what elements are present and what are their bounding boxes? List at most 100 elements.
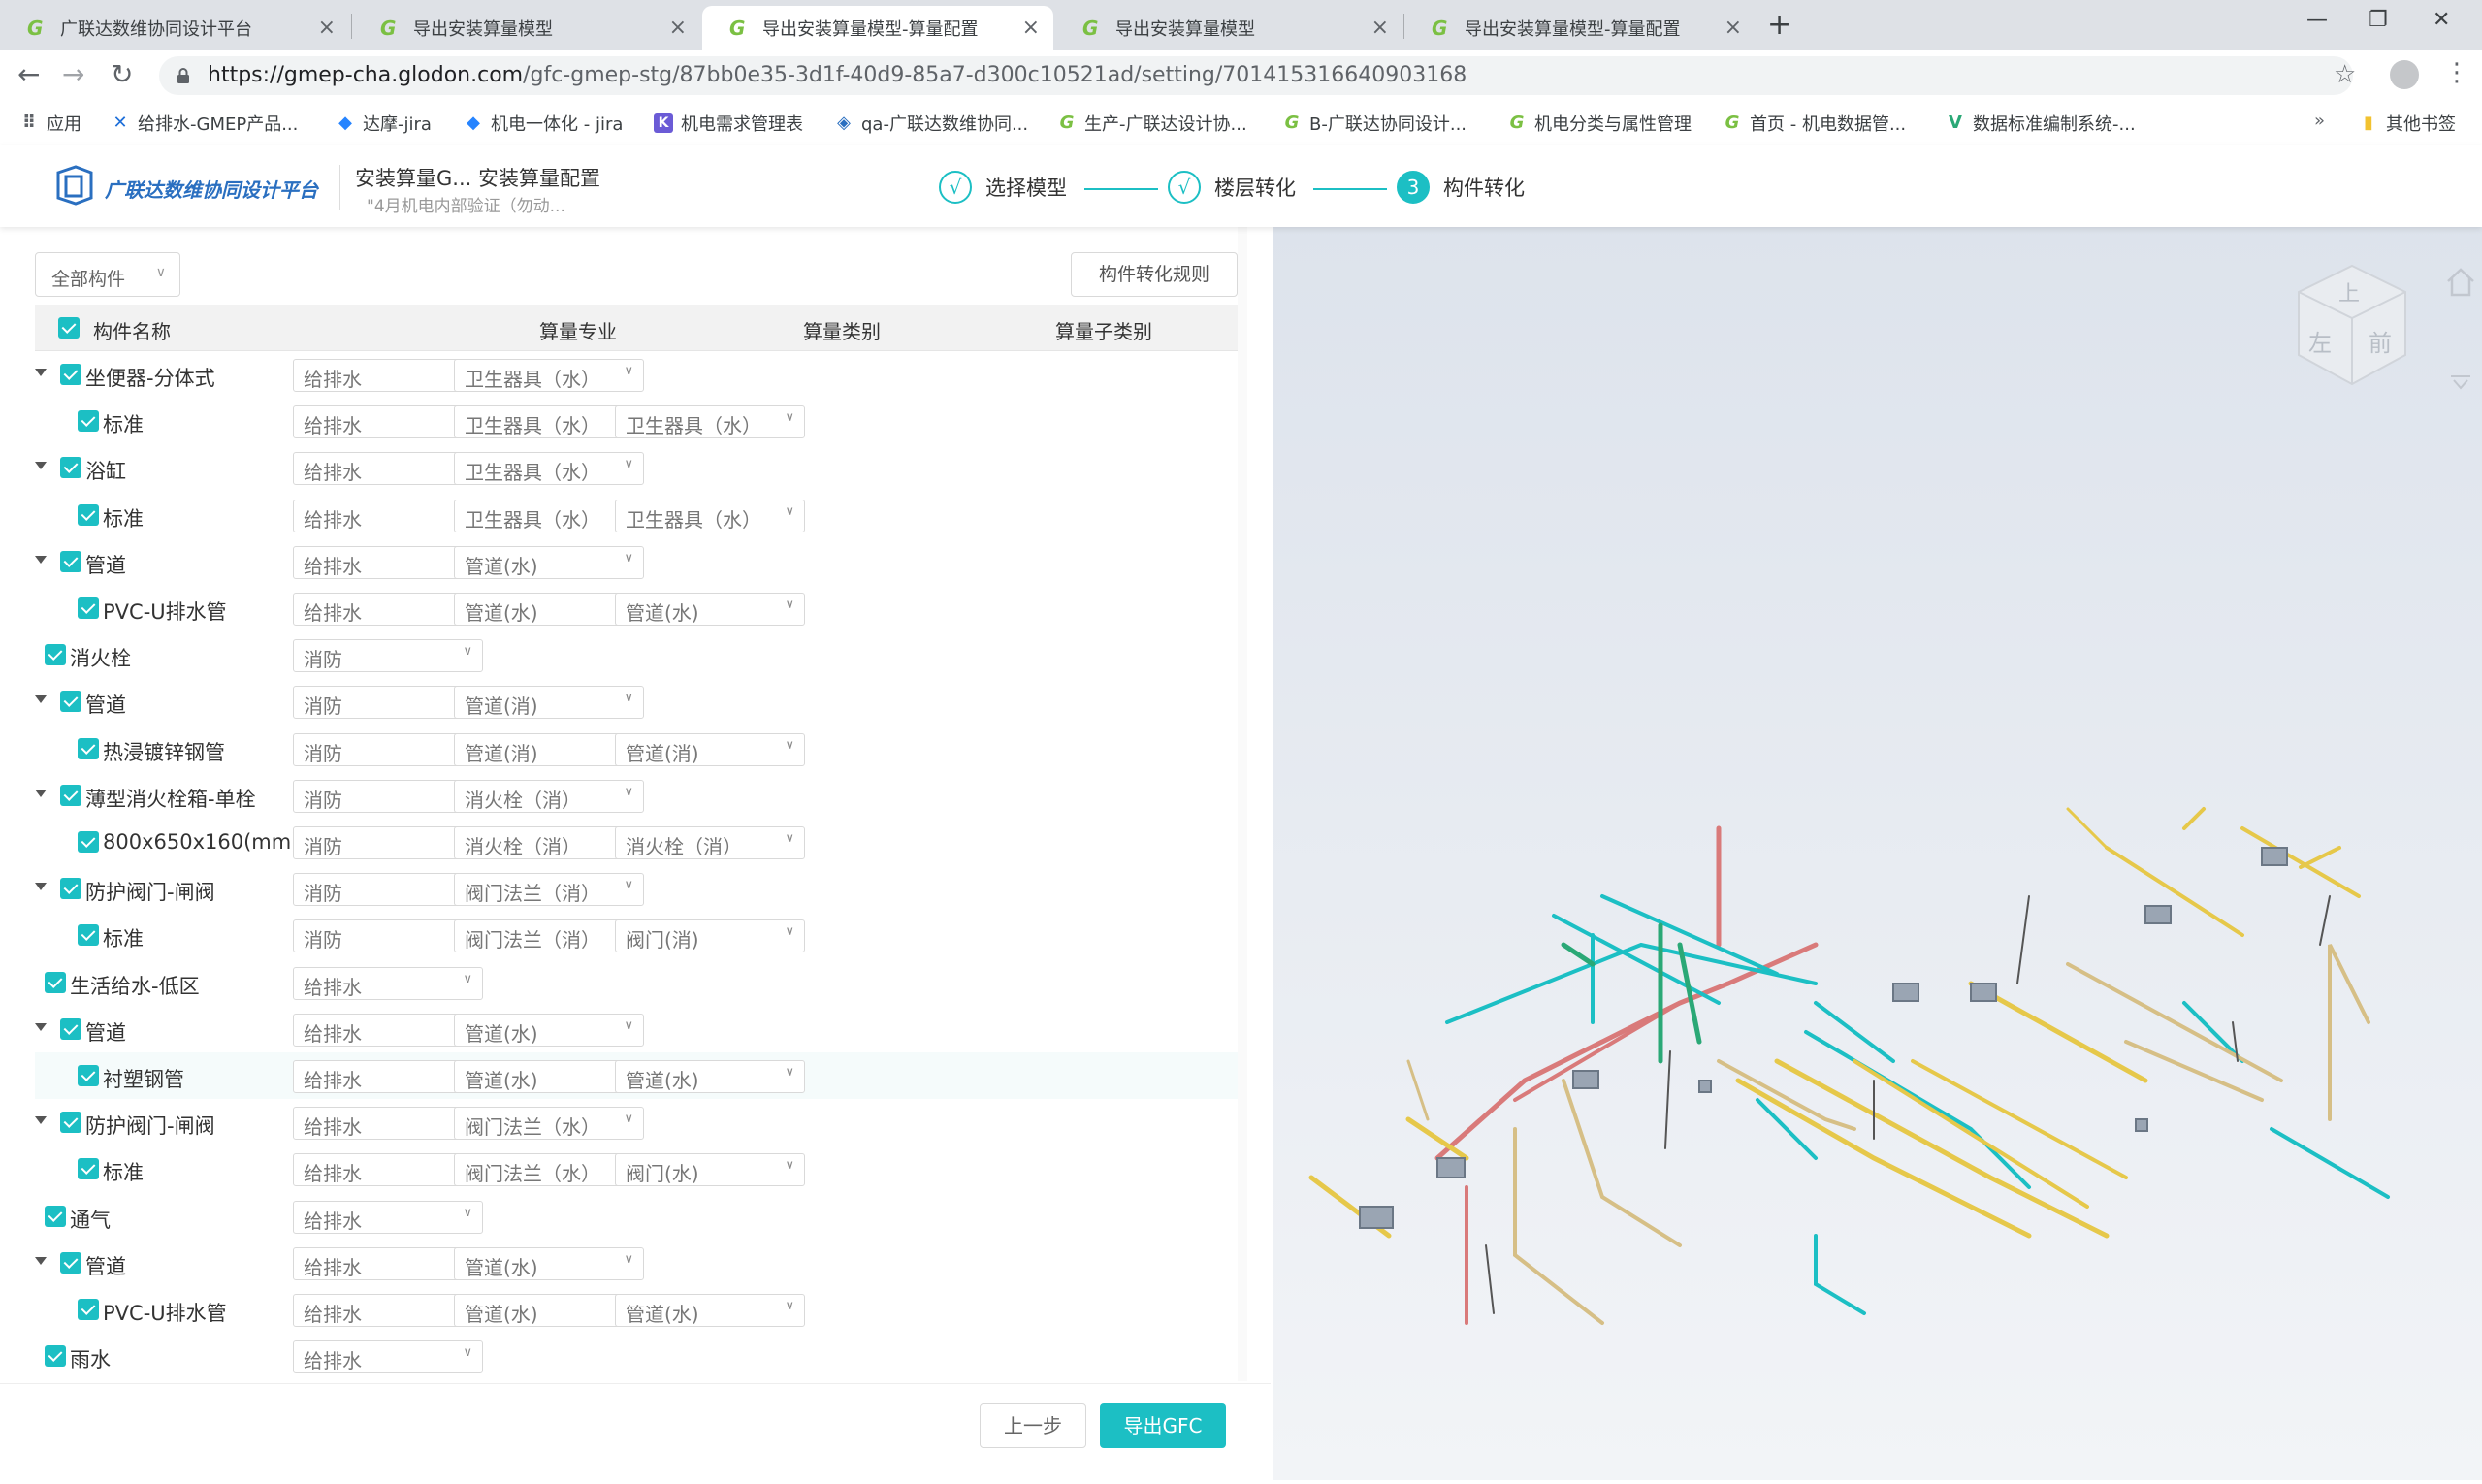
expand-caret-icon[interactable] bbox=[35, 1116, 47, 1125]
subcategory-select[interactable]: 管道(水) ∨ bbox=[615, 593, 805, 626]
bookmark-star-icon[interactable]: ☆ bbox=[2334, 60, 2356, 89]
subcategory-select[interactable]: 消火栓（消） ∨ bbox=[615, 826, 805, 859]
row-checkbox[interactable] bbox=[60, 1251, 81, 1274]
viewcube-left-face[interactable]: 左 bbox=[2308, 330, 2332, 357]
viewcube-menu-icon[interactable] bbox=[2448, 372, 2473, 392]
row-checkbox[interactable] bbox=[60, 878, 81, 900]
row-checkbox[interactable] bbox=[78, 924, 99, 947]
scrollbar[interactable] bbox=[1238, 227, 1247, 1381]
expand-caret-icon[interactable] bbox=[35, 789, 47, 797]
browser-tab[interactable]: G 导出安装算量模型 × bbox=[353, 6, 700, 50]
window-close-icon[interactable]: ✕ bbox=[2433, 8, 2450, 32]
row-checkbox[interactable] bbox=[78, 1299, 99, 1320]
bookmark-item[interactable]: G 生产-广联达设计协... bbox=[1057, 111, 1247, 136]
browser-tab[interactable]: G 导出安装算量模型-算量配置 × bbox=[1404, 6, 1756, 50]
home-icon[interactable] bbox=[2444, 266, 2477, 299]
close-icon[interactable]: × bbox=[1371, 16, 1389, 40]
row-checkbox[interactable] bbox=[45, 644, 66, 666]
profile-avatar[interactable] bbox=[2390, 60, 2419, 89]
subcategory-select[interactable]: 阀门(水) ∨ bbox=[615, 1153, 805, 1187]
viewcube-top-face[interactable]: 上 bbox=[2338, 282, 2360, 306]
row-checkbox[interactable] bbox=[78, 597, 99, 619]
bookmarks-more-button[interactable]: » bbox=[2314, 111, 2325, 131]
expand-caret-icon[interactable] bbox=[35, 695, 47, 704]
component-filter-select[interactable]: 全部构件 ∨ bbox=[35, 252, 180, 297]
close-icon[interactable]: × bbox=[669, 16, 687, 40]
view-cube[interactable]: 上 左 前 bbox=[2279, 258, 2425, 403]
close-icon[interactable]: × bbox=[318, 16, 336, 40]
close-icon[interactable]: × bbox=[1725, 16, 1742, 40]
bookmark-item[interactable]: ◈ qa-广联达数维协同... bbox=[834, 111, 1028, 136]
bookmark-item[interactable]: G 首页 - 机电数据管... bbox=[1723, 111, 1907, 136]
browser-tab[interactable]: G 广联达数维协同设计平台 × bbox=[0, 6, 349, 50]
model-3d-viewer[interactable]: 上 左 前 bbox=[1273, 227, 2482, 1480]
category-select[interactable]: 阀门法兰（消） ∨ bbox=[454, 873, 644, 907]
restore-icon[interactable]: ❐ bbox=[2369, 8, 2388, 32]
category-select[interactable]: 管道(水) ∨ bbox=[454, 1013, 644, 1047]
row-checkbox[interactable] bbox=[60, 364, 81, 385]
category-select[interactable]: 阀门法兰（水） ∨ bbox=[454, 1107, 644, 1141]
row-checkbox[interactable] bbox=[78, 503, 99, 526]
subcategory-select[interactable]: 卫生器具（水） ∨ bbox=[615, 405, 805, 439]
address-bar[interactable]: https://gmep-cha.glodon.com/gfc-gmep-stg… bbox=[159, 56, 2353, 95]
row-checkbox[interactable] bbox=[45, 1205, 66, 1227]
category-select[interactable]: 卫生器具（水） ∨ bbox=[454, 452, 644, 486]
major-select[interactable]: 给排水 ∨ bbox=[293, 1340, 483, 1374]
category-select[interactable]: 管道(水) ∨ bbox=[454, 1246, 644, 1280]
expand-caret-icon[interactable] bbox=[35, 1022, 47, 1031]
subcategory-select[interactable]: 管道(消) ∨ bbox=[615, 732, 805, 766]
bookmark-item[interactable]: ◆ 机电一体化 - jira bbox=[464, 111, 623, 136]
reload-icon[interactable]: ↻ bbox=[111, 58, 133, 90]
row-checkbox[interactable] bbox=[60, 550, 81, 572]
browser-tab[interactable]: G 导出安装算量模型 × bbox=[1055, 6, 1402, 50]
bookmark-item[interactable]: ◆ 达摩-jira bbox=[336, 111, 432, 136]
row-checkbox[interactable] bbox=[60, 457, 81, 479]
subcategory-select[interactable]: 阀门(消) ∨ bbox=[615, 919, 805, 953]
major-select[interactable]: 给排水 ∨ bbox=[293, 966, 483, 1000]
category-select[interactable]: 消火栓（消） ∨ bbox=[454, 779, 644, 813]
row-checkbox[interactable] bbox=[78, 737, 99, 759]
subcategory-select[interactable]: 管道(水) ∨ bbox=[615, 1060, 805, 1093]
back-icon[interactable]: ← bbox=[17, 58, 40, 90]
expand-caret-icon[interactable] bbox=[35, 462, 47, 470]
row-checkbox[interactable] bbox=[78, 1065, 99, 1086]
major-select[interactable]: 消防 ∨ bbox=[293, 639, 483, 673]
row-checkbox[interactable] bbox=[60, 691, 81, 713]
bookmark-item[interactable]: G 机电分类与属性管理 bbox=[1507, 111, 1692, 136]
expand-caret-icon[interactable] bbox=[35, 1256, 47, 1265]
forward-icon[interactable]: → bbox=[62, 58, 84, 90]
previous-step-button[interactable]: 上一步 bbox=[980, 1403, 1086, 1448]
bookmark-item[interactable]: ✕ 给排水-GMEP产品... bbox=[111, 111, 298, 136]
category-select[interactable]: 管道(消) ∨ bbox=[454, 686, 644, 720]
select-all-checkbox[interactable] bbox=[58, 317, 80, 339]
row-checkbox[interactable] bbox=[60, 784, 81, 806]
major-select[interactable]: 给排水 ∨ bbox=[293, 1200, 483, 1234]
bookmark-item[interactable]: G B-广联达协同设计... bbox=[1282, 111, 1467, 136]
row-checkbox[interactable] bbox=[78, 831, 99, 853]
export-gfc-button[interactable]: 导出GFC bbox=[1100, 1403, 1226, 1448]
subcategory-select[interactable]: 管道(水) ∨ bbox=[615, 1294, 805, 1327]
minimize-icon[interactable]: — bbox=[2306, 8, 2328, 32]
row-checkbox[interactable] bbox=[45, 1345, 66, 1368]
row-checkbox[interactable] bbox=[60, 1112, 81, 1134]
browser-tab-active[interactable]: G 导出安装算量模型-算量配置 × bbox=[702, 6, 1053, 50]
category-select[interactable]: 管道(水) ∨ bbox=[454, 545, 644, 579]
menu-kebab-icon[interactable]: ⋮ bbox=[2444, 58, 2469, 87]
row-checkbox[interactable] bbox=[78, 1158, 99, 1180]
other-bookmarks[interactable]: ▮ 其他书签 bbox=[2359, 111, 2456, 136]
bookmark-apps[interactable]: ⠿ 应用 bbox=[19, 111, 81, 136]
viewcube-front-face[interactable]: 前 bbox=[2369, 330, 2392, 357]
close-icon[interactable]: × bbox=[1022, 16, 1040, 40]
category-select[interactable]: 卫生器具（水） ∨ bbox=[454, 359, 644, 392]
expand-caret-icon[interactable] bbox=[35, 883, 47, 891]
row-checkbox[interactable] bbox=[45, 971, 66, 993]
new-tab-button[interactable]: + bbox=[1767, 8, 1791, 42]
expand-caret-icon[interactable] bbox=[35, 369, 47, 376]
bookmark-item[interactable]: V 数据标准编制系统-... bbox=[1946, 111, 2136, 136]
subcategory-select[interactable]: 卫生器具（水） ∨ bbox=[615, 499, 805, 532]
row-checkbox[interactable] bbox=[60, 1017, 81, 1040]
row-checkbox[interactable] bbox=[78, 410, 99, 433]
conversion-rules-button[interactable]: 构件转化规则 bbox=[1071, 252, 1238, 297]
bookmark-item[interactable]: K 机电需求管理表 bbox=[654, 111, 803, 136]
expand-caret-icon[interactable] bbox=[35, 555, 47, 564]
